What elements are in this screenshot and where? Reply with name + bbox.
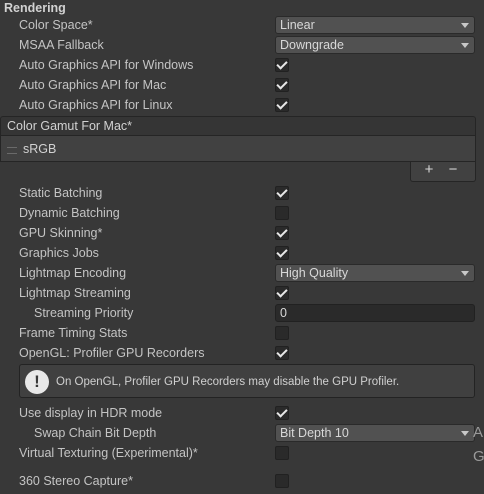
checkmark-icon [276,246,288,258]
color-gamut-item-srgb[interactable]: sRGB [23,136,56,162]
lightmap-streaming-checkbox[interactable] [275,286,289,300]
warning-icon: ! [25,370,49,394]
checkmark-icon [276,186,288,198]
dynamic-batching-row: Dynamic Batching [0,203,478,223]
swap-chain-label: Swap Chain Bit Depth [34,426,157,440]
lightmap-encoding-dropdown[interactable]: High Quality [275,264,475,282]
auto-api-windows-label: Auto Graphics API for Windows [19,58,194,72]
lightmap-encoding-value: High Quality [280,266,349,280]
dynamic-batching-label: Dynamic Batching [19,206,120,220]
virtual-texturing-row: Virtual Texturing (Experimental)* [0,443,478,463]
dropdown-arrow-icon [461,43,469,48]
gpu-skinning-row: GPU Skinning* [0,223,478,243]
msaa-fallback-label: MSAA Fallback [19,38,104,52]
lightmap-streaming-row: Lightmap Streaming [0,283,478,303]
color-gamut-list-footer: + − [410,162,476,182]
clipped-text-a: A [473,424,484,441]
color-gamut-list: sRGB [0,136,476,162]
warning-message: On OpenGL, Profiler GPU Recorders may di… [56,376,400,388]
dropdown-arrow-icon [461,431,469,436]
lightmap-streaming-label: Lightmap Streaming [19,286,131,300]
streaming-priority-label: Streaming Priority [34,306,134,320]
checkmark-icon [276,226,288,238]
auto-api-mac-checkbox[interactable] [275,78,289,92]
opengl-profiler-checkbox[interactable] [275,346,289,360]
frame-timing-checkbox[interactable] [275,326,289,340]
checkmark-icon [276,58,288,70]
frame-timing-row: Frame Timing Stats [0,323,478,343]
streaming-priority-field[interactable]: 0 [275,304,475,322]
msaa-fallback-dropdown[interactable]: Downgrade [275,36,475,54]
color-space-row: Color Space* Linear [0,15,478,35]
static-batching-checkbox[interactable] [275,186,289,200]
stereo-capture-checkbox[interactable] [275,474,289,488]
swap-chain-row: Swap Chain Bit Depth Bit Depth 10 [0,423,478,443]
stereo-capture-row: 360 Stereo Capture* [0,471,478,491]
auto-api-linux-label: Auto Graphics API for Linux [19,98,173,112]
hdr-mode-checkbox[interactable] [275,406,289,420]
lightmap-encoding-label: Lightmap Encoding [19,266,127,280]
auto-api-windows-checkbox[interactable] [275,58,289,72]
color-space-label: Color Space* [19,18,93,32]
static-batching-label: Static Batching [19,186,103,200]
dropdown-arrow-icon [461,271,469,276]
opengl-profiler-label: OpenGL: Profiler GPU Recorders [19,346,205,360]
remove-item-button[interactable]: − [443,162,463,180]
frame-timing-label: Frame Timing Stats [19,326,128,340]
static-batching-row: Static Batching [0,183,478,203]
virtual-texturing-checkbox[interactable] [275,446,289,460]
dropdown-arrow-icon [461,23,469,28]
graphics-jobs-checkbox[interactable] [275,246,289,260]
dynamic-batching-checkbox[interactable] [275,206,289,220]
swap-chain-dropdown[interactable]: Bit Depth 10 [275,424,475,442]
checkmark-icon [276,346,288,358]
warning-helpbox: ! On OpenGL, Profiler GPU Recorders may … [19,364,475,398]
gpu-skinning-label: GPU Skinning* [19,226,103,240]
graphics-jobs-row: Graphics Jobs [0,243,478,263]
virtual-texturing-label: Virtual Texturing (Experimental)* [19,446,198,460]
drag-handle-icon[interactable] [7,147,17,154]
auto-api-linux-row: Auto Graphics API for Linux [0,95,478,115]
section-title: Rendering [4,1,66,15]
checkmark-icon [276,78,288,90]
auto-api-mac-label: Auto Graphics API for Mac [19,78,167,92]
stereo-capture-label: 360 Stereo Capture* [19,474,133,488]
checkmark-icon [276,406,288,418]
clipped-text-g: G [473,448,484,465]
auto-api-mac-row: Auto Graphics API for Mac [0,75,478,95]
checkmark-icon [276,286,288,298]
swap-chain-value: Bit Depth 10 [280,426,349,440]
msaa-fallback-row: MSAA Fallback Downgrade [0,35,478,55]
auto-api-windows-row: Auto Graphics API for Windows [0,55,478,75]
hdr-mode-label: Use display in HDR mode [19,406,163,420]
msaa-fallback-value: Downgrade [280,38,344,52]
lightmap-encoding-row: Lightmap Encoding High Quality [0,263,478,283]
color-space-dropdown[interactable]: Linear [275,16,475,34]
graphics-jobs-label: Graphics Jobs [19,246,99,260]
streaming-priority-row: Streaming Priority 0 [0,303,478,323]
opengl-profiler-row: OpenGL: Profiler GPU Recorders [0,343,478,363]
add-item-button[interactable]: + [419,162,439,180]
color-space-value: Linear [280,18,315,32]
gpu-skinning-checkbox[interactable] [275,226,289,240]
color-gamut-list-header: Color Gamut For Mac* [0,116,476,136]
hdr-mode-row: Use display in HDR mode [0,403,478,423]
checkmark-icon [276,98,288,110]
auto-api-linux-checkbox[interactable] [275,98,289,112]
